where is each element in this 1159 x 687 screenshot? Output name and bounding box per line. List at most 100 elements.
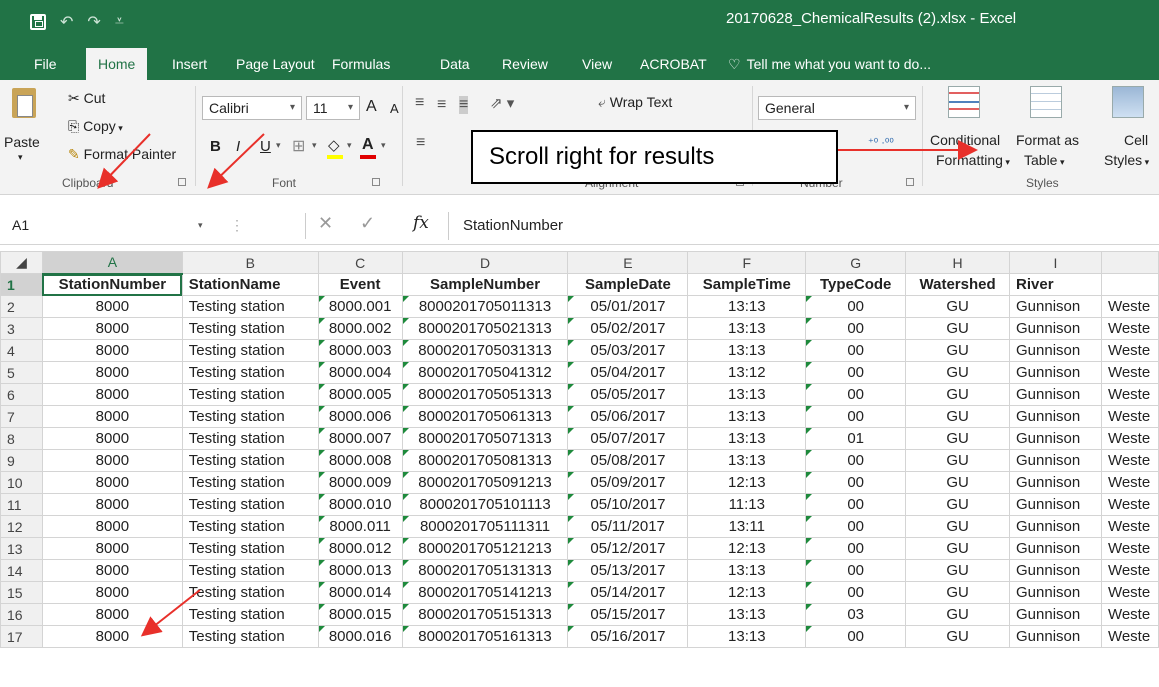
cell[interactable]: 8000201705071313 [401,427,569,450]
cell[interactable] [1100,273,1159,296]
cell[interactable]: 00 [805,493,907,516]
cell[interactable]: 05/06/2017 [567,405,689,428]
cancel-icon[interactable]: ✕ [318,213,333,234]
cell[interactable]: 13:12 [687,361,807,384]
cell[interactable]: Weste [1100,625,1159,648]
cell[interactable]: 8000.004 [317,361,403,384]
row-header[interactable]: 3 [0,317,43,340]
cell[interactable]: 8000 [41,427,183,450]
undo-icon[interactable]: ↶ [60,12,73,32]
tab-review[interactable]: Review [490,48,560,80]
cell[interactable]: 05/11/2017 [567,515,689,538]
enter-icon[interactable]: ✓ [360,213,375,234]
cell[interactable]: Gunnison [1009,625,1102,648]
cell[interactable]: 13:13 [687,449,807,472]
cell[interactable]: 8000.012 [317,537,403,560]
header-cell[interactable]: Event [317,273,403,296]
cell[interactable]: 00 [805,339,907,362]
customize-qat-icon[interactable]: ⩡ [115,13,124,31]
cell[interactable]: 8000 [41,317,183,340]
cell[interactable]: GU [905,427,1011,450]
cell[interactable]: 8000201705091213 [401,471,569,494]
bold-button[interactable]: B [210,138,221,155]
cell[interactable]: 00 [805,405,907,428]
cell[interactable]: 00 [805,559,907,582]
cell[interactable]: 11:13 [687,493,807,516]
cell[interactable]: Gunnison [1009,449,1102,472]
cell[interactable]: 13:13 [687,603,807,626]
cell[interactable]: 8000201705011313 [401,295,569,318]
cell[interactable]: Testing station [181,559,319,582]
cell[interactable]: 8000.015 [317,603,403,626]
header-cell[interactable]: SampleTime [687,273,807,296]
cell[interactable]: 8000201705021313 [401,317,569,340]
cell[interactable]: Testing station [181,405,319,428]
cell[interactable]: 8000.002 [317,317,403,340]
column-header[interactable]: G [805,251,907,274]
header-cell[interactable]: River [1009,273,1102,296]
cell[interactable]: 13:11 [687,515,807,538]
cell[interactable]: 00 [805,317,907,340]
cell[interactable]: Gunnison [1009,603,1102,626]
name-box[interactable]: A1 ▾ ⋮ [8,212,296,240]
cell[interactable]: Testing station [181,383,319,406]
cell[interactable]: 13:13 [687,295,807,318]
cell[interactable]: 13:13 [687,405,807,428]
cell[interactable]: 8000.001 [317,295,403,318]
conditional-formatting-button[interactable]: Formatting ▾ [936,152,1010,168]
cell[interactable]: Weste [1100,339,1159,362]
wrap-text-button[interactable]: ⤶ Wrap Text [598,94,672,111]
cell[interactable]: 05/14/2017 [567,581,689,604]
cell[interactable]: 8000 [41,581,183,604]
tab-acrobat[interactable]: ACROBAT [628,48,719,80]
cell[interactable]: Gunnison [1009,515,1102,538]
cell[interactable]: Weste [1100,537,1159,560]
cell[interactable]: 8000 [41,515,183,538]
chevron-down-icon[interactable]: ▾ [276,140,281,151]
cell[interactable]: GU [905,383,1011,406]
cell[interactable]: Weste [1100,581,1159,604]
cell[interactable]: GU [905,471,1011,494]
format-as-table-label-1[interactable]: Format as [1016,132,1079,148]
cell[interactable]: 00 [805,471,907,494]
cell[interactable]: Testing station [181,537,319,560]
cell[interactable]: Weste [1100,515,1159,538]
cell[interactable]: Weste [1100,449,1159,472]
cell[interactable]: 8000 [41,295,183,318]
cell[interactable]: Gunnison [1009,559,1102,582]
cell[interactable]: 8000201705101113 [401,493,569,516]
cell[interactable]: Testing station [181,361,319,384]
cell[interactable]: 8000201705061313 [401,405,569,428]
cell[interactable]: 8000201705051313 [401,383,569,406]
cell[interactable]: 05/10/2017 [567,493,689,516]
row-header[interactable]: 7 [0,405,43,428]
column-header[interactable]: A [41,251,183,275]
row-header[interactable]: 11 [0,493,43,516]
cell[interactable]: 8000.011 [317,515,403,538]
cell[interactable]: 8000201705151313 [401,603,569,626]
column-header[interactable]: B [181,251,319,274]
align-bottom-icon[interactable]: ≡ [459,96,469,114]
formula-input[interactable]: StationNumber [448,212,1159,240]
cell[interactable]: Weste [1100,427,1159,450]
font-launcher-icon[interactable] [372,178,380,186]
tab-insert[interactable]: Insert [160,48,219,80]
row-header[interactable]: 16 [0,603,43,626]
cell-styles-label-1[interactable]: Cell [1124,132,1148,148]
cell[interactable]: 05/13/2017 [567,559,689,582]
cell[interactable]: 8000 [41,339,183,362]
cell[interactable]: 05/09/2017 [567,471,689,494]
cell[interactable]: Weste [1100,559,1159,582]
cell[interactable]: Testing station [181,317,319,340]
cell[interactable]: Weste [1100,361,1159,384]
cell[interactable]: Gunnison [1009,537,1102,560]
row-header[interactable]: 13 [0,537,43,560]
cell[interactable]: Gunnison [1009,471,1102,494]
cell[interactable]: Testing station [181,449,319,472]
cell[interactable]: 8000.007 [317,427,403,450]
tab-home[interactable]: Home [86,48,148,80]
header-cell[interactable]: StationNumber [41,273,183,296]
cell[interactable]: 8000201705131313 [401,559,569,582]
cell[interactable]: Testing station [181,515,319,538]
column-header[interactable] [1100,251,1159,274]
